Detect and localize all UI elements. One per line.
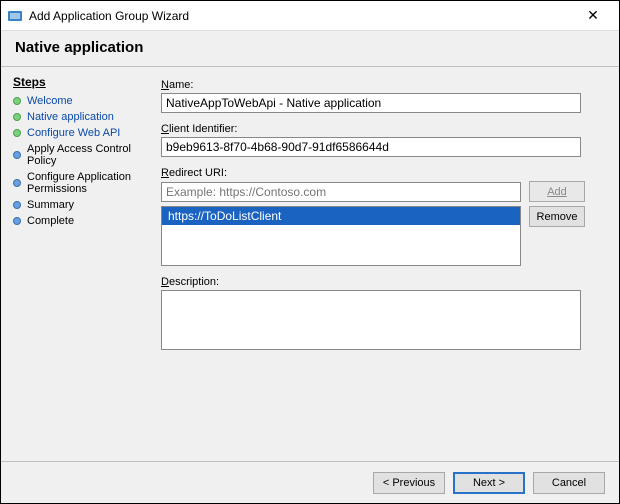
description-label: Description: [161,276,605,288]
cancel-button[interactable]: Cancel [533,472,605,494]
step-configure-application-permissions: Configure Application Permissions [13,171,151,195]
form-panel: Name: Client Identifier: Redirect URI: A… [161,67,619,461]
step-welcome[interactable]: Welcome [13,95,151,107]
wizard-footer: < Previous Next > Cancel [1,461,619,503]
window-title: Add Application Group Wizard [29,9,573,23]
step-dot-icon [13,201,21,209]
app-icon [7,8,23,24]
step-label: Configure Application Permissions [27,171,151,195]
step-label[interactable]: Configure Web API [27,127,120,139]
add-button[interactable]: Add [529,181,585,202]
description-input[interactable] [161,290,581,350]
name-input[interactable] [161,93,581,113]
redirect-uri-list[interactable]: https://ToDoListClient [161,206,521,266]
step-dot-icon [13,113,21,121]
step-dot-icon [13,179,21,187]
step-apply-access-control-policy: Apply Access Control Policy [13,143,151,167]
remove-button[interactable]: Remove [529,206,585,227]
redirect-uri-label: Redirect URI: [161,167,605,179]
client-id-label: Client Identifier: [161,123,605,135]
wizard-header: Native application [1,31,619,67]
titlebar: Add Application Group Wizard ✕ [1,1,619,31]
steps-heading: Steps [13,75,151,89]
step-configure-web-api[interactable]: Configure Web API [13,127,151,139]
step-label: Complete [27,215,74,227]
step-native-application[interactable]: Native application [13,111,151,123]
step-dot-icon [13,129,21,137]
name-label: Name: [161,79,605,91]
step-dot-icon [13,97,21,105]
step-label[interactable]: Native application [27,111,114,123]
previous-button[interactable]: < Previous [373,472,445,494]
step-dot-icon [13,151,21,159]
page-title: Native application [15,39,605,56]
redirect-uri-input[interactable] [161,182,521,202]
next-button[interactable]: Next > [453,472,525,494]
steps-sidebar: Steps Welcome Native application Configu… [1,67,161,461]
step-label: Summary [27,199,74,211]
close-button[interactable]: ✕ [573,7,613,24]
step-label: Apply Access Control Policy [27,143,151,167]
step-complete: Complete [13,215,151,227]
client-id-input[interactable] [161,137,581,157]
step-label[interactable]: Welcome [27,95,73,107]
step-summary: Summary [13,199,151,211]
step-dot-icon [13,217,21,225]
redirect-uri-item[interactable]: https://ToDoListClient [162,207,520,225]
